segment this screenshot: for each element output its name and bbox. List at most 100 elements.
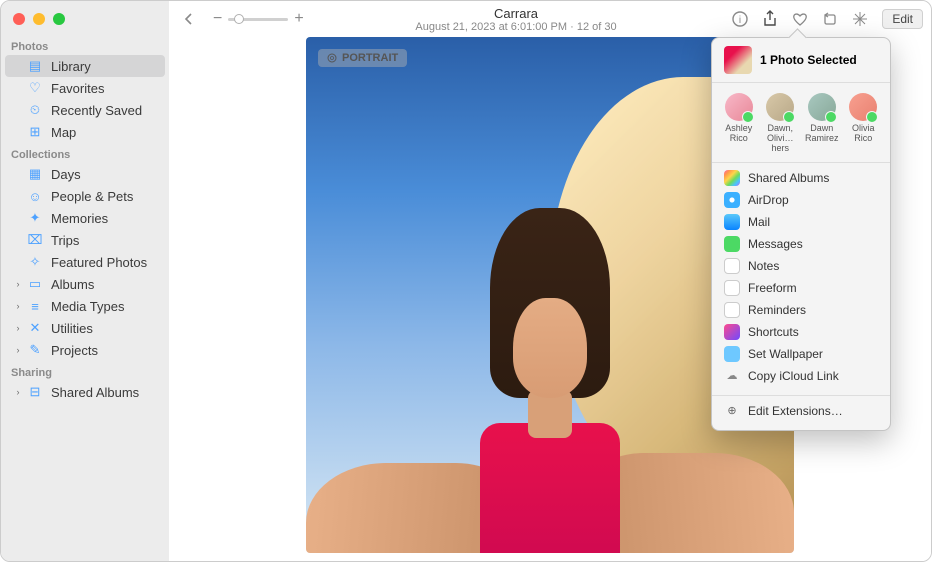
chevron-right-icon: › — [13, 301, 23, 311]
sidebar-item-shared-albums[interactable]: › ⊟ Shared Albums — [5, 381, 165, 403]
sidebar-item-label: People & Pets — [51, 189, 133, 204]
edit-extensions-item[interactable]: ⊕ Edit Extensions… — [712, 400, 890, 422]
sidebar-item-library[interactable]: ▤Library — [5, 55, 165, 77]
share-selection-label: 1 Photo Selected — [760, 53, 857, 67]
sidebar-item-days[interactable]: ▦ Days — [5, 163, 165, 185]
messages-badge-icon — [866, 111, 878, 123]
sidebar-item-label: Utilities — [51, 321, 93, 336]
sidebar-item-label: Shared Albums — [51, 385, 139, 400]
toolbar: − + Carrara August 21, 2023 at 6:01:00 P… — [169, 1, 931, 37]
sidebar-item-label: Memories — [51, 211, 108, 226]
share-option-mail[interactable]: Mail — [712, 211, 890, 233]
sidebar-item-utilities[interactable]: ›✕Utilities — [5, 317, 165, 339]
photo-title: Carrara — [304, 6, 729, 21]
app-window: Photos▤Library ♡ Favorites ⏲Recently Saved⊞… — [0, 0, 932, 562]
share-option-reminders[interactable]: Reminders — [712, 299, 890, 321]
share-contact[interactable]: Olivia Rico — [844, 93, 882, 154]
main-content: − + Carrara August 21, 2023 at 6:01:00 P… — [169, 1, 931, 561]
rotate-button[interactable] — [818, 7, 842, 31]
people-icon: ☺ — [27, 188, 43, 204]
sidebar-section-header: Photos — [1, 35, 169, 55]
zoom-track[interactable] — [228, 18, 288, 21]
share-contact[interactable]: Dawn Ramirez — [803, 93, 841, 154]
app-icon — [724, 324, 740, 340]
sidebar-item-featured-photos[interactable]: ✧Featured Photos — [5, 251, 165, 273]
sidebar-item-map[interactable]: ⊞Map — [5, 121, 165, 143]
sidebar-item-media-types[interactable]: › ≡ Media Types — [5, 295, 165, 317]
share-option-label: Set Wallpaper — [748, 347, 823, 361]
share-option-shortcuts[interactable]: Shortcuts — [712, 321, 890, 343]
chevron-right-icon: › — [13, 345, 23, 355]
sidebar: Photos▤Library ♡ Favorites ⏲Recently Saved⊞… — [1, 1, 169, 561]
messages-badge-icon — [742, 111, 754, 123]
sidebar-item-label: Media Types — [51, 299, 124, 314]
app-icon — [724, 258, 740, 274]
share-option-label: Notes — [748, 259, 779, 273]
share-option-label: Mail — [748, 215, 770, 229]
sidebar-item-people-pets[interactable]: ☺ People & Pets — [5, 185, 165, 207]
favorite-button[interactable] — [788, 7, 812, 31]
app-icon — [724, 236, 740, 252]
sidebar-section-header: Sharing — [1, 361, 169, 381]
edit-button[interactable]: Edit — [882, 9, 923, 29]
maximize-window-button[interactable] — [53, 13, 65, 25]
shared-icon: ⊟ — [27, 384, 43, 400]
minimize-window-button[interactable] — [33, 13, 45, 25]
svg-text:i: i — [739, 15, 741, 26]
projects-icon: ✎ — [27, 342, 43, 358]
sidebar-item-label: Library — [51, 59, 91, 74]
share-option-messages[interactable]: Messages — [712, 233, 890, 255]
sidebar-item-label: Days — [51, 167, 81, 182]
info-button[interactable]: i — [728, 7, 752, 31]
share-thumbnail — [724, 46, 752, 74]
suitcase-icon: ⌧ — [27, 232, 43, 248]
share-contact[interactable]: Ashley Rico — [720, 93, 758, 154]
star-icon: ✦ — [27, 210, 43, 226]
sidebar-item-trips[interactable]: ⌧Trips — [5, 229, 165, 251]
share-option-freeform[interactable]: Freeform — [712, 277, 890, 299]
aperture-icon — [327, 53, 337, 63]
app-icon — [724, 192, 740, 208]
calendar-icon: ▦ — [27, 166, 43, 182]
app-icon — [724, 280, 740, 296]
portrait-badge: PORTRAIT — [318, 49, 407, 67]
share-option-set-wallpaper[interactable]: Set Wallpaper — [712, 343, 890, 365]
sidebar-item-albums[interactable]: › ▭ Albums — [5, 273, 165, 295]
sidebar-item-label: Favorites — [51, 81, 104, 96]
app-icon: ☁︎ — [724, 368, 740, 384]
chevron-right-icon: › — [13, 279, 23, 289]
contact-name: Ashley Rico — [720, 124, 758, 144]
sidebar-item-favorites[interactable]: ♡ Favorites — [5, 77, 165, 99]
sidebar-item-label: Projects — [51, 343, 98, 358]
share-option-label: Messages — [748, 237, 803, 251]
chevron-right-icon: › — [13, 387, 23, 397]
app-icon — [724, 302, 740, 318]
sidebar-item-label: Map — [51, 125, 76, 140]
sidebar-section-header: Collections — [1, 143, 169, 163]
share-option-copy-icloud-link[interactable]: ☁︎Copy iCloud Link — [712, 365, 890, 387]
sidebar-item-recently-saved[interactable]: ⏲Recently Saved — [5, 99, 165, 121]
contact-name: Olivia Rico — [844, 124, 882, 144]
share-option-label: Freeform — [748, 281, 797, 295]
share-option-notes[interactable]: Notes — [712, 255, 890, 277]
utilities-icon: ✕ — [27, 320, 43, 336]
share-contact[interactable]: Dawn, Olivi…hers — [761, 93, 799, 154]
albums-icon: ▭ — [27, 276, 43, 292]
zoom-slider[interactable]: − + — [213, 10, 304, 28]
app-icon — [724, 214, 740, 230]
sidebar-item-memories[interactable]: ✦ Memories — [5, 207, 165, 229]
photo-subtitle: August 21, 2023 at 6:01:00 PM · 12 of 30 — [304, 21, 729, 33]
sparkle-icon: ✧ — [27, 254, 43, 270]
media-icon: ≡ — [27, 298, 43, 314]
sidebar-item-label: Recently Saved — [51, 103, 142, 118]
sidebar-item-label: Albums — [51, 277, 94, 292]
share-option-airdrop[interactable]: AirDrop — [712, 189, 890, 211]
share-option-shared-albums[interactable]: Shared Albums — [712, 167, 890, 189]
auto-enhance-button[interactable] — [848, 7, 872, 31]
close-window-button[interactable] — [13, 13, 25, 25]
contact-name: Dawn, Olivi…hers — [761, 124, 799, 154]
share-button[interactable] — [758, 7, 782, 31]
back-button[interactable] — [177, 7, 201, 31]
heart-icon: ♡ — [27, 80, 43, 96]
sidebar-item-projects[interactable]: › ✎ Projects — [5, 339, 165, 361]
